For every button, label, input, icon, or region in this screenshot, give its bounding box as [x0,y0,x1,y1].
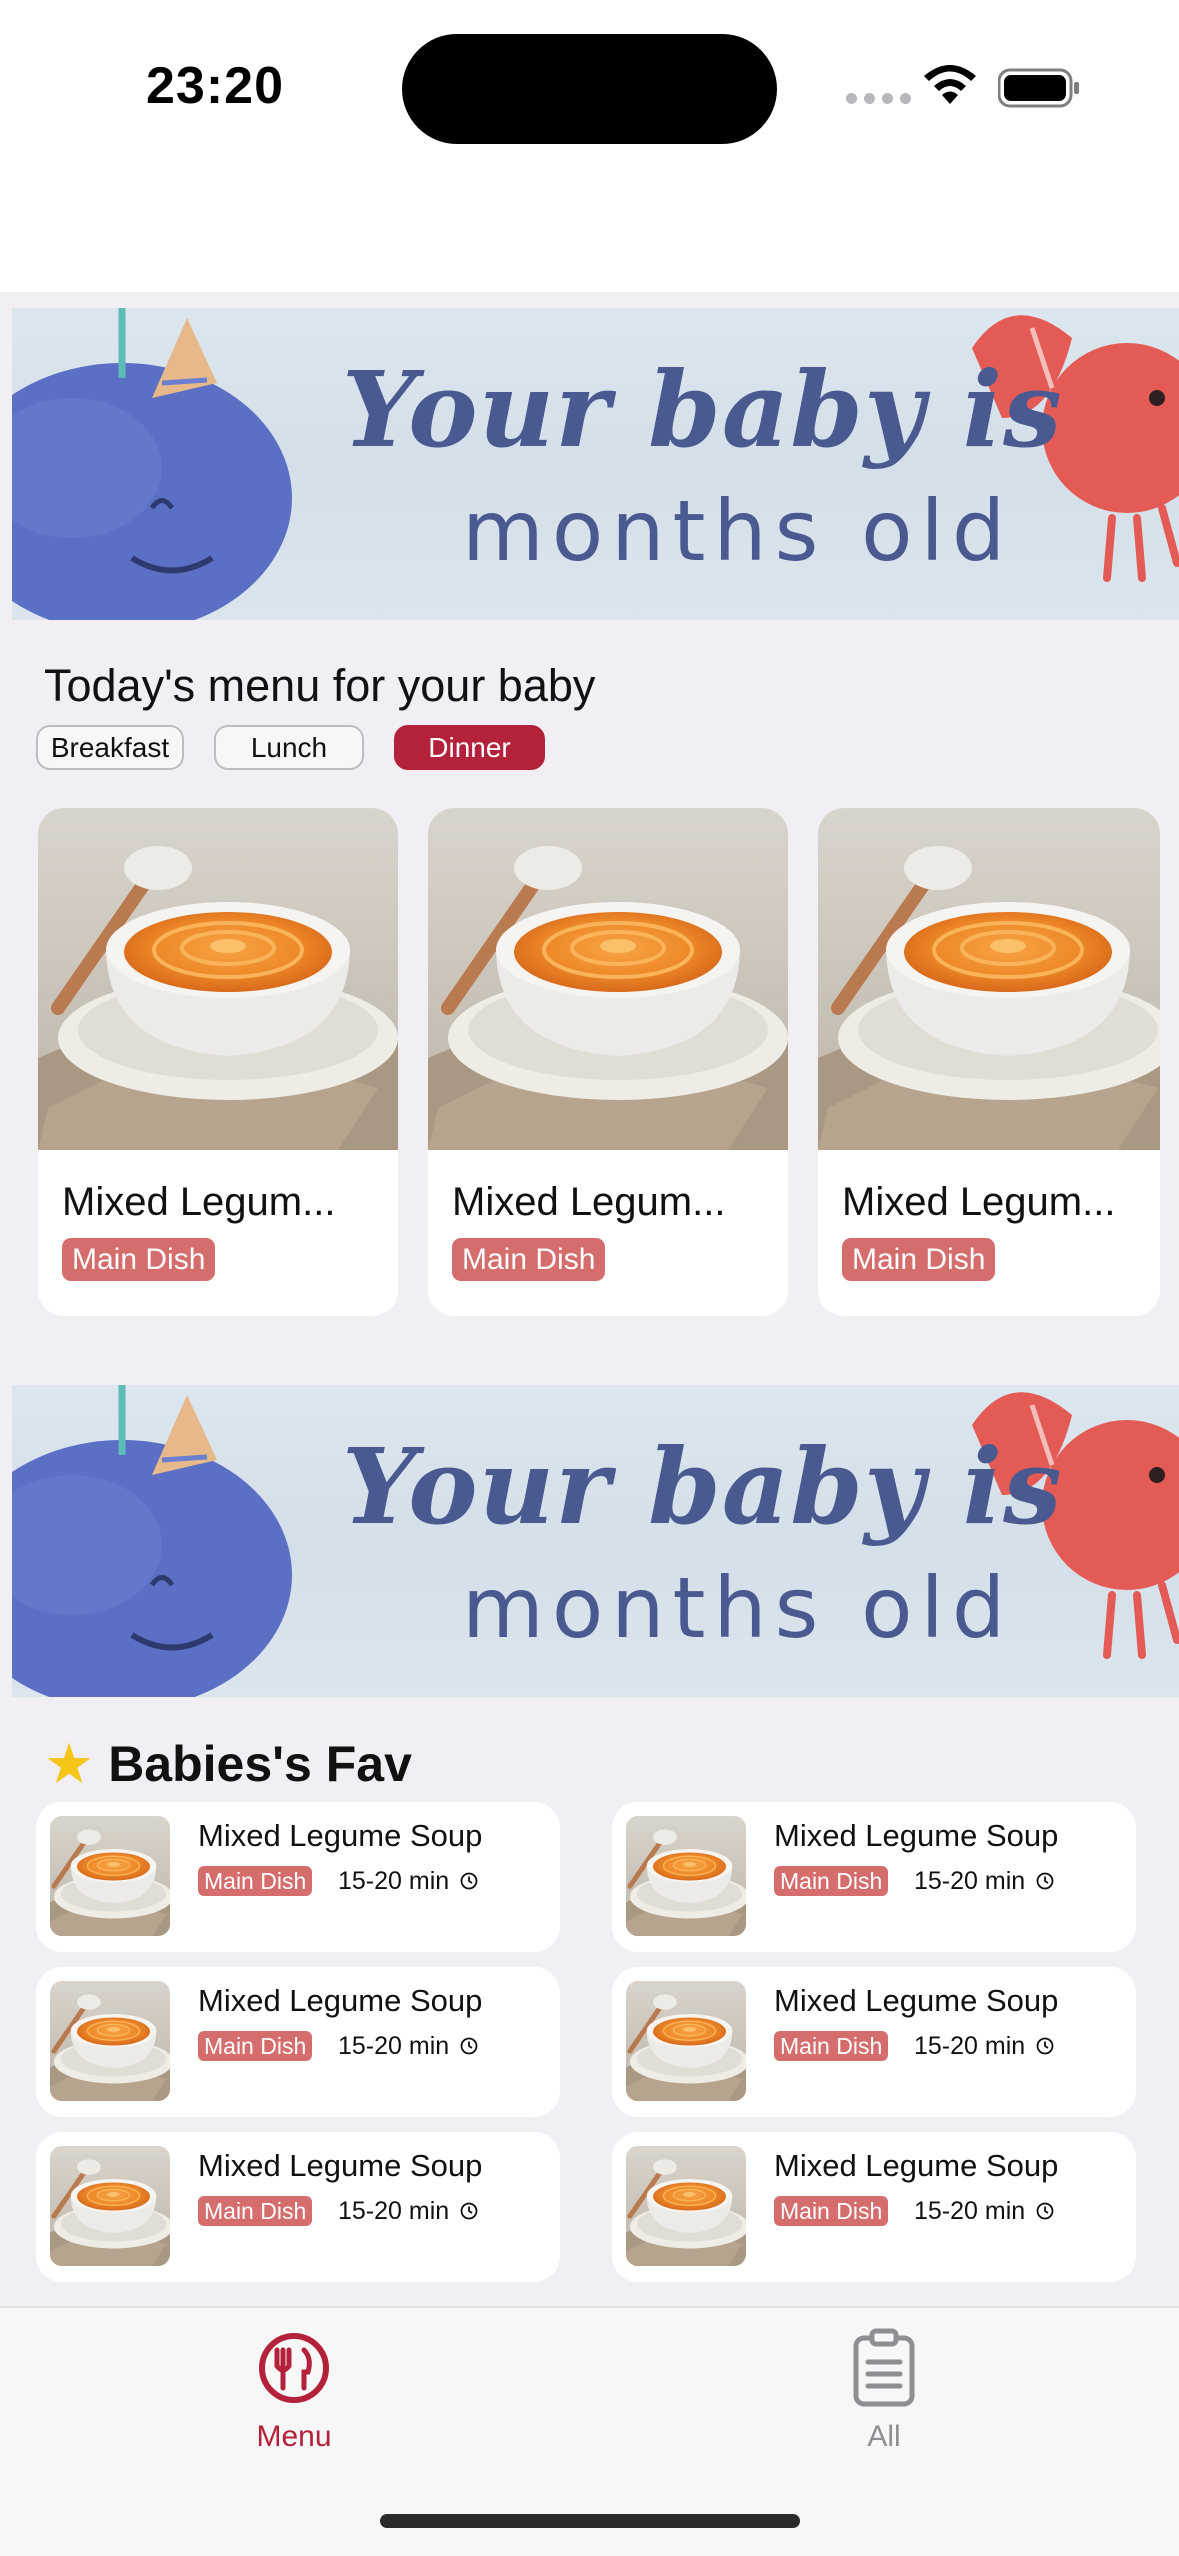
dish-name: Mixed Legume Soup [774,1983,1059,2018]
dish-name: Mixed Legum... [62,1180,336,1224]
dish-photo [38,808,398,1150]
timer-icon [1036,1872,1054,1890]
home-indicator [380,2514,800,2528]
dish-category-badge: Main Dish [62,1238,216,1281]
tab-menu-label: Menu [256,2420,332,2453]
cook-time: 15-20 min [338,2031,479,2061]
dish-name: Mixed Legume Soup [198,1818,483,1853]
dish-thumbnail [626,2146,746,2266]
dish-name: Mixed Legume Soup [774,1818,1059,1853]
banner-title: Your baby is [342,1425,1063,1548]
dish-thumbnail [626,1816,746,1936]
tab-all-label: All [867,2420,901,2453]
dish-category-badge: Main Dish [774,2031,889,2061]
dish-thumbnail [50,1816,170,1936]
dish-thumbnail [50,1981,170,2101]
cellular-signal-icon [846,93,911,104]
cook-time-text: 15-20 min [914,2031,1026,2060]
timer-icon [460,2037,478,2055]
dynamic-island [402,34,777,144]
cook-time: 15-20 min [914,2196,1055,2226]
dish-name: Mixed Legume Soup [198,1983,483,2018]
menu-card[interactable]: Mixed Legum... Main Dish [818,808,1160,1316]
dish-name: Mixed Legume Soup [198,2148,483,2183]
status-time: 23:20 [146,57,284,115]
timer-icon [1036,2202,1054,2220]
dish-category-badge: Main Dish [198,2196,313,2226]
star-icon: ★ [44,1732,95,1795]
dish-category-badge: Main Dish [774,1866,889,1896]
banner-subtitle: months old [462,1559,1014,1657]
dish-category-badge: Main Dish [774,2196,889,2226]
cook-time-text: 15-20 min [914,2196,1026,2225]
favorites-title: ★ Babies's Fav [44,1735,412,1793]
timer-icon [1036,2037,1054,2055]
favorite-card[interactable]: Mixed Legume Soup Main Dish 15-20 min [36,1967,560,2117]
timer-icon [460,1872,478,1890]
favorite-card[interactable]: Mixed Legume Soup Main Dish 15-20 min [36,1802,560,1952]
dish-name: Mixed Legum... [452,1180,726,1224]
battery-icon [998,68,1079,108]
dish-thumbnail [626,1981,746,2101]
cook-time: 15-20 min [338,2196,479,2226]
timer-icon [460,2202,478,2220]
header-area: 23:20 [0,0,1179,292]
cook-time-text: 15-20 min [338,2031,450,2060]
banner-subtitle: months old [462,482,1014,580]
menu-card[interactable]: Mixed Legum... Main Dish [428,808,788,1316]
tab-menu[interactable]: Menu [184,2328,404,2468]
cook-time: 15-20 min [338,1866,479,1896]
cook-time: 15-20 min [914,2031,1055,2061]
cook-time-text: 15-20 min [338,1866,450,1895]
age-banner: Your baby is months old [12,1385,1179,1697]
cook-time: 15-20 min [914,1866,1055,1896]
wifi-icon [924,65,976,104]
fork-knife-icon [259,2333,329,2403]
menu-section-title: Today's menu for your baby [44,660,596,711]
dish-category-badge: Main Dish [198,1866,313,1896]
favorite-card[interactable]: Mixed Legume Soup Main Dish 15-20 min [36,2132,560,2282]
dish-thumbnail [50,2146,170,2266]
tab-breakfast[interactable]: Breakfast [36,725,184,770]
tab-lunch[interactable]: Lunch [214,725,364,770]
favorite-card[interactable]: Mixed Legume Soup Main Dish 15-20 min [612,1802,1136,1952]
tab-all[interactable]: All [774,2328,994,2468]
tab-dinner[interactable]: Dinner [394,725,545,770]
favorite-card[interactable]: Mixed Legume Soup Main Dish 15-20 min [612,2132,1136,2282]
clipboard-icon [853,2328,915,2407]
cook-time-text: 15-20 min [338,2196,450,2225]
age-banner: Your baby is months old [12,308,1179,620]
dish-name: Mixed Legum... [842,1180,1116,1224]
dish-category-badge: Main Dish [842,1238,996,1281]
dish-category-badge: Main Dish [198,2031,313,2061]
favorites-title-text: Babies's Fav [108,1736,412,1792]
dish-photo [428,808,788,1150]
dish-category-badge: Main Dish [452,1238,606,1281]
dish-photo [818,808,1160,1150]
menu-card[interactable]: Mixed Legum... Main Dish [38,808,398,1316]
banner-title: Your baby is [342,348,1063,471]
favorite-card[interactable]: Mixed Legume Soup Main Dish 15-20 min [612,1967,1136,2117]
dish-name: Mixed Legume Soup [774,2148,1059,2183]
cook-time-text: 15-20 min [914,1866,1026,1895]
